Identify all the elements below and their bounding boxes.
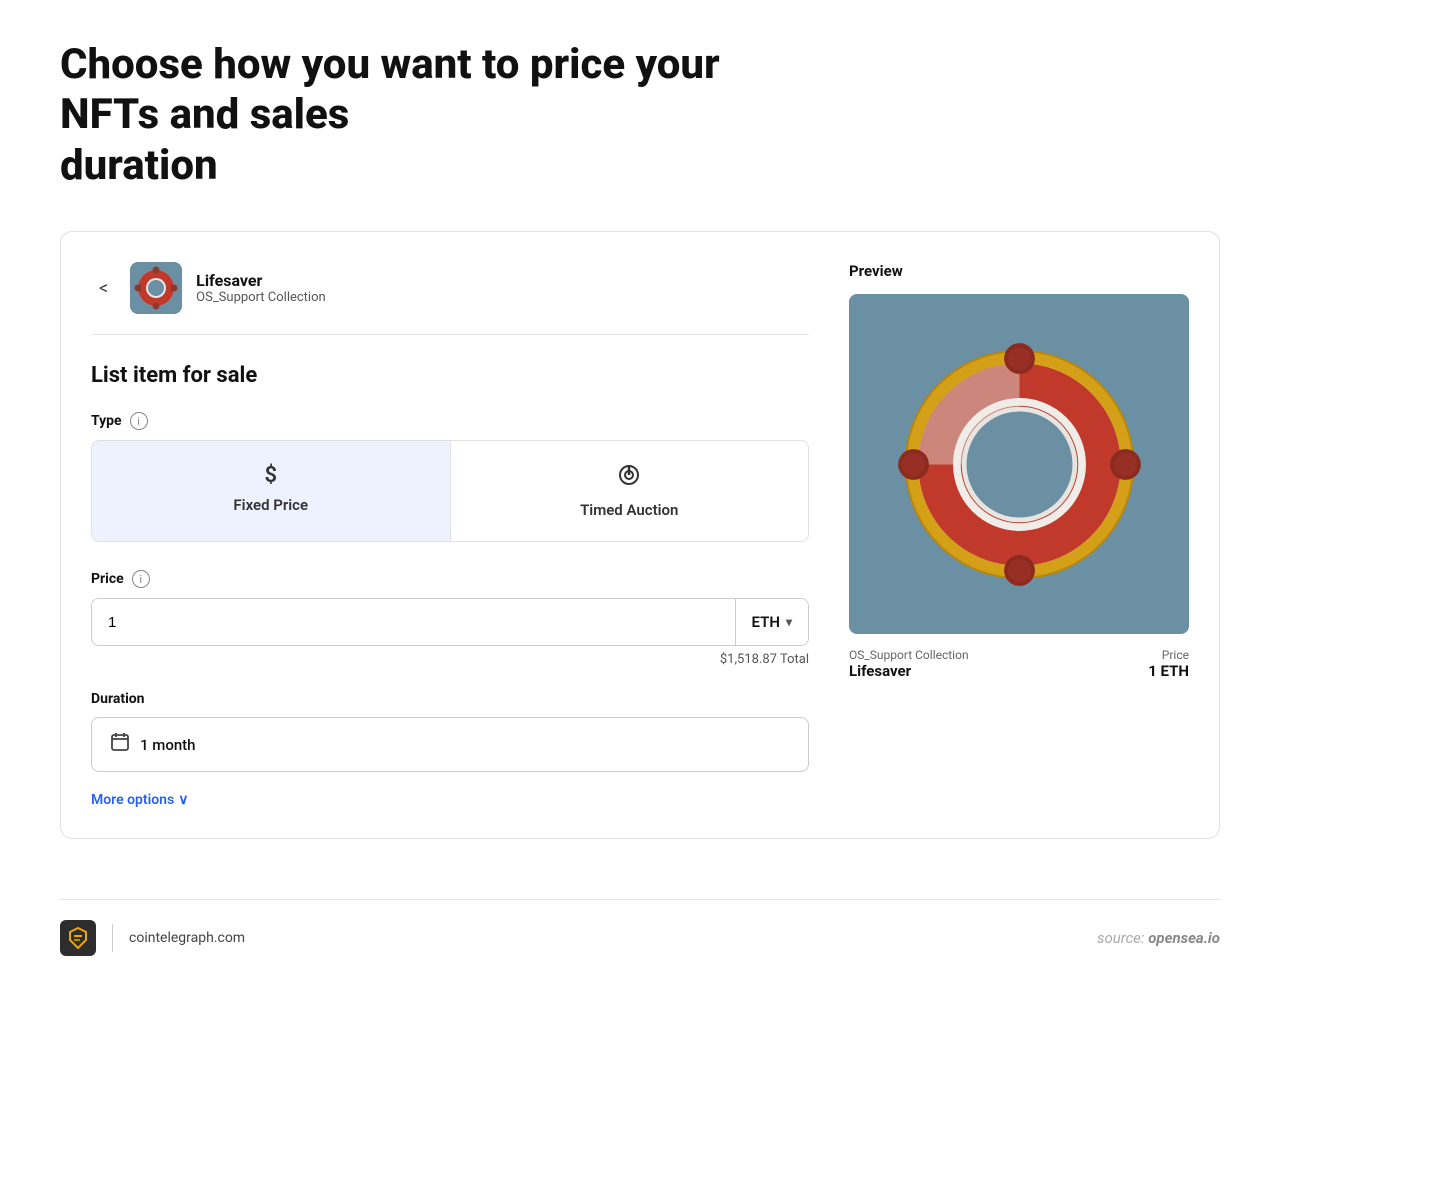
nft-thumbnail: [130, 262, 182, 314]
timed-auction-label: Timed Auction: [580, 501, 678, 519]
footer-brand: opensea.io: [1148, 929, 1220, 947]
section-title: List item for sale: [91, 363, 809, 388]
preview-price-details: Price 1 ETH: [1148, 648, 1189, 680]
preview-label: Preview: [849, 262, 1189, 280]
type-fixed-price[interactable]: $ Fixed Price: [92, 441, 451, 541]
footer: cointelegraph.com source: opensea.io: [60, 899, 1220, 956]
preview-image: [849, 294, 1189, 634]
back-button[interactable]: <: [91, 274, 116, 303]
more-options-toggle[interactable]: More options ∨: [91, 792, 809, 808]
footer-left: cointelegraph.com: [60, 920, 245, 956]
page-title: Choose how you want to price your NFTs a…: [60, 40, 760, 191]
currency-label: ETH: [752, 613, 780, 631]
main-card: < Lifesaver OS_: [60, 231, 1220, 839]
nft-name: Lifesaver: [196, 271, 326, 290]
footer-divider: [112, 924, 113, 952]
type-selector: $ Fixed Price Timed Auction: [91, 440, 809, 542]
preview-info: OS_Support Collection Lifesaver Price 1 …: [849, 648, 1189, 680]
left-panel: < Lifesaver OS_: [91, 262, 809, 808]
preview-collection: OS_Support Collection: [849, 648, 969, 662]
timed-auction-icon: [617, 463, 641, 493]
currency-selector[interactable]: ETH ▾: [735, 599, 808, 645]
preview-panel: Preview: [849, 262, 1189, 808]
price-field-group: ETH ▾: [91, 598, 809, 646]
price-input[interactable]: [92, 599, 735, 645]
type-timed-auction[interactable]: Timed Auction: [451, 441, 809, 541]
duration-field-label: Duration: [91, 691, 809, 707]
more-options-chevron-icon: ∨: [178, 792, 188, 808]
preview-name: Lifesaver: [849, 662, 969, 680]
nft-header: < Lifesaver OS_: [91, 262, 809, 335]
duration-value: 1 month: [140, 736, 196, 754]
fixed-price-icon: $: [264, 463, 277, 488]
price-info-icon[interactable]: i: [132, 570, 150, 588]
type-info-icon[interactable]: i: [130, 412, 148, 430]
nft-info: Lifesaver OS_Support Collection: [196, 271, 326, 305]
nft-collection: OS_Support Collection: [196, 290, 326, 305]
footer-site: cointelegraph.com: [129, 930, 245, 946]
footer-logo: [60, 920, 96, 956]
preview-nft-details: OS_Support Collection Lifesaver: [849, 648, 969, 680]
preview-price-value: 1 ETH: [1148, 662, 1189, 680]
footer-source: source: opensea.io: [1097, 929, 1220, 947]
price-total: $1,518.87 Total: [91, 652, 809, 667]
preview-price-label: Price: [1148, 648, 1189, 662]
calendar-icon: [110, 732, 130, 757]
type-field-label: Type i: [91, 412, 809, 430]
duration-selector[interactable]: 1 month: [91, 717, 809, 772]
currency-chevron-icon: ▾: [786, 615, 792, 629]
more-options-label: More options: [91, 792, 174, 808]
fixed-price-label: Fixed Price: [233, 496, 308, 514]
price-field-label: Price i: [91, 570, 809, 588]
